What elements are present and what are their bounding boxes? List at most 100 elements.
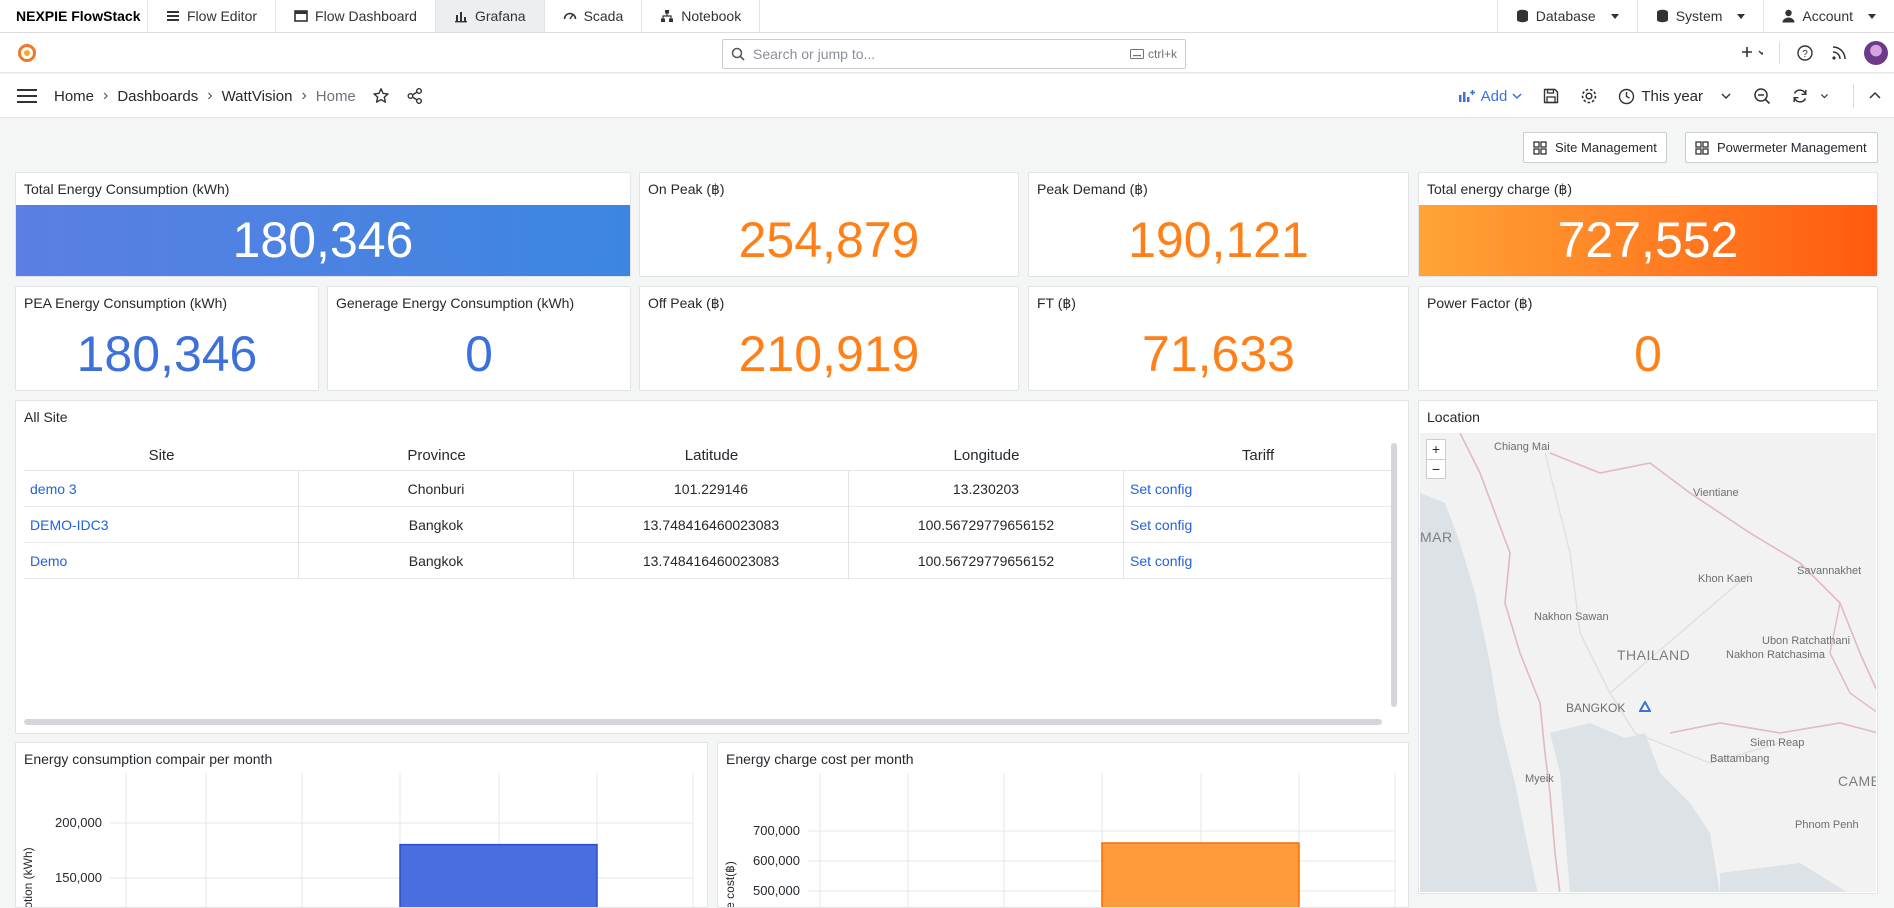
zoom-in-button[interactable]: + [1427, 440, 1445, 459]
map-label: THAILAND [1617, 647, 1691, 663]
map-label: Phnom Penh [1795, 819, 1859, 831]
y-tick-label: 700,000 [753, 823, 800, 838]
search-icon [731, 47, 745, 61]
site-link[interactable]: Demo [30, 553, 67, 569]
menu-icon[interactable] [17, 88, 37, 104]
powermeter-management-button[interactable]: Powermeter Management [1685, 132, 1878, 163]
column-header-longitude[interactable]: Longitude [849, 447, 1124, 464]
breadcrumb-current: Home [315, 87, 356, 105]
window-icon [294, 10, 308, 22]
breadcrumb-separator: › [207, 87, 213, 104]
tab-notebook[interactable]: Notebook [642, 0, 761, 32]
panel-title: Peak Demand (฿) [1037, 181, 1148, 197]
longitude-cell: 13.230203 [952, 480, 1020, 497]
panel-title: FT (฿) [1037, 295, 1076, 311]
save-icon[interactable] [1542, 87, 1560, 105]
map-label: CAMBO [1838, 773, 1876, 789]
grafana-logo-icon[interactable] [16, 42, 38, 64]
stat-value: 210,919 [738, 326, 920, 382]
chevron-up-icon[interactable] [1866, 87, 1884, 105]
stat-ft: FT (฿) 71,633 [1028, 286, 1409, 391]
divider [1853, 84, 1854, 108]
site-management-button[interactable]: Site Management [1523, 132, 1667, 163]
energy-consumption-chart-panel: Energy consumption compair per month 150… [15, 742, 708, 908]
settings-gear-icon[interactable] [1580, 87, 1598, 105]
longitude-cell: 100.56729779656152 [917, 552, 1055, 569]
system-menu[interactable]: System [1636, 0, 1764, 32]
breadcrumb: Home › Dashboards › WattVision › Home [54, 74, 424, 118]
grafana-header: Search or jump to... ctrl+k ? [0, 33, 1894, 73]
panel-title: PEA Energy Consumption (kWh) [24, 295, 228, 311]
stat-total-energy: Total Energy Consumption (kWh) 180,346 [15, 172, 631, 277]
panel-title: Generage Energy Consumption (kWh) [336, 295, 575, 311]
star-icon[interactable] [372, 87, 390, 105]
set-config-link[interactable]: Set config [1130, 517, 1192, 533]
map-label: Khon Kaen [1698, 573, 1753, 585]
network-icon [661, 10, 674, 22]
breadcrumb-dashboards[interactable]: Dashboards [117, 88, 198, 105]
zoom-out-icon[interactable] [1753, 87, 1771, 105]
stat-power-factor: Power Factor (฿) 0 [1418, 286, 1878, 391]
column-header-site[interactable]: Site [24, 447, 299, 464]
account-menu[interactable]: Account [1763, 0, 1894, 32]
tab-grafana[interactable]: Grafana [435, 0, 545, 32]
horizontal-scrollbar[interactable] [24, 719, 1382, 725]
refresh-icon[interactable] [1791, 87, 1809, 105]
site-link[interactable]: DEMO-IDC3 [30, 517, 109, 533]
add-button-label: Add [1480, 87, 1508, 105]
tab-flow-dashboard[interactable]: Flow Dashboard [276, 0, 436, 32]
keyboard-shortcut: ctrl+k [1129, 47, 1177, 61]
tab-flow-editor[interactable]: Flow Editor [148, 0, 277, 32]
rss-icon[interactable] [1830, 44, 1848, 62]
stat-value: 180,346 [76, 326, 258, 382]
table-row: Demo Bangkok 13.748416460023083 100.5672… [24, 542, 1392, 579]
latitude-cell: 101.229146 [674, 480, 748, 497]
shortcut-label: ctrl+k [1147, 47, 1177, 61]
caret-down-icon [1868, 13, 1876, 19]
map-view[interactable]: + − Chiang Mai Vientiane MAR Savannakhet… [1420, 433, 1876, 892]
table-row: demo 3 Chonburi 101.229146 13.230203 Set… [24, 470, 1392, 507]
column-header-province[interactable]: Province [299, 447, 574, 464]
latitude-cell: 13.748416460023083 [642, 516, 780, 533]
longitude-cell: 100.56729779656152 [917, 516, 1055, 533]
breadcrumb-separator: › [301, 87, 307, 104]
chevron-down-icon [1721, 93, 1731, 99]
chevron-down-icon[interactable] [1819, 87, 1833, 105]
latitude-cell: 13.748416460023083 [642, 552, 780, 569]
bar [399, 843, 598, 907]
breadcrumb-wattvision[interactable]: WattVision [222, 88, 293, 105]
help-icon[interactable]: ? [1796, 44, 1814, 62]
set-config-link[interactable]: Set config [1130, 481, 1192, 497]
plus-icon[interactable] [1733, 44, 1763, 62]
y-axis-label: e cost(฿) [723, 861, 737, 908]
table-row: DEMO-IDC3 Bangkok 13.748416460023083 100… [24, 506, 1392, 543]
list-icon [167, 11, 179, 21]
vertical-scrollbar[interactable] [1391, 443, 1397, 707]
panel-title: Location [1427, 409, 1480, 425]
server-icon [1656, 9, 1668, 23]
powermeter-management-label: Powermeter Management [1717, 140, 1867, 155]
column-header-tariff[interactable]: Tariff [1124, 447, 1392, 464]
add-button[interactable]: Add [1458, 88, 1523, 105]
tab-scada[interactable]: Scada [545, 0, 643, 32]
time-range-picker[interactable]: This year [1618, 88, 1733, 105]
site-link[interactable]: demo 3 [30, 481, 77, 497]
database-menu[interactable]: Database [1496, 0, 1637, 32]
y-tick-label: 600,000 [753, 853, 800, 868]
set-config-link[interactable]: Set config [1130, 553, 1192, 569]
y-axis-label: otion (kWh) [21, 847, 35, 908]
svg-text:?: ? [1802, 49, 1808, 60]
time-range-label: This year [1641, 87, 1703, 105]
share-icon[interactable] [406, 87, 424, 105]
column-header-latitude[interactable]: Latitude [574, 447, 849, 464]
system-menu-label: System [1675, 8, 1723, 24]
zoom-out-button[interactable]: − [1427, 459, 1445, 478]
site-marker-icon[interactable] [1639, 701, 1651, 712]
stat-generage-energy: Generage Energy Consumption (kWh) 0 [327, 286, 631, 391]
panel-title: Power Factor (฿) [1427, 295, 1533, 311]
stat-off-peak: Off Peak (฿) 210,919 [639, 286, 1019, 391]
breadcrumb-home[interactable]: Home [54, 88, 94, 105]
tab-label: Notebook [681, 8, 742, 24]
search-input[interactable]: Search or jump to... ctrl+k [722, 39, 1186, 69]
avatar[interactable] [1864, 41, 1888, 65]
